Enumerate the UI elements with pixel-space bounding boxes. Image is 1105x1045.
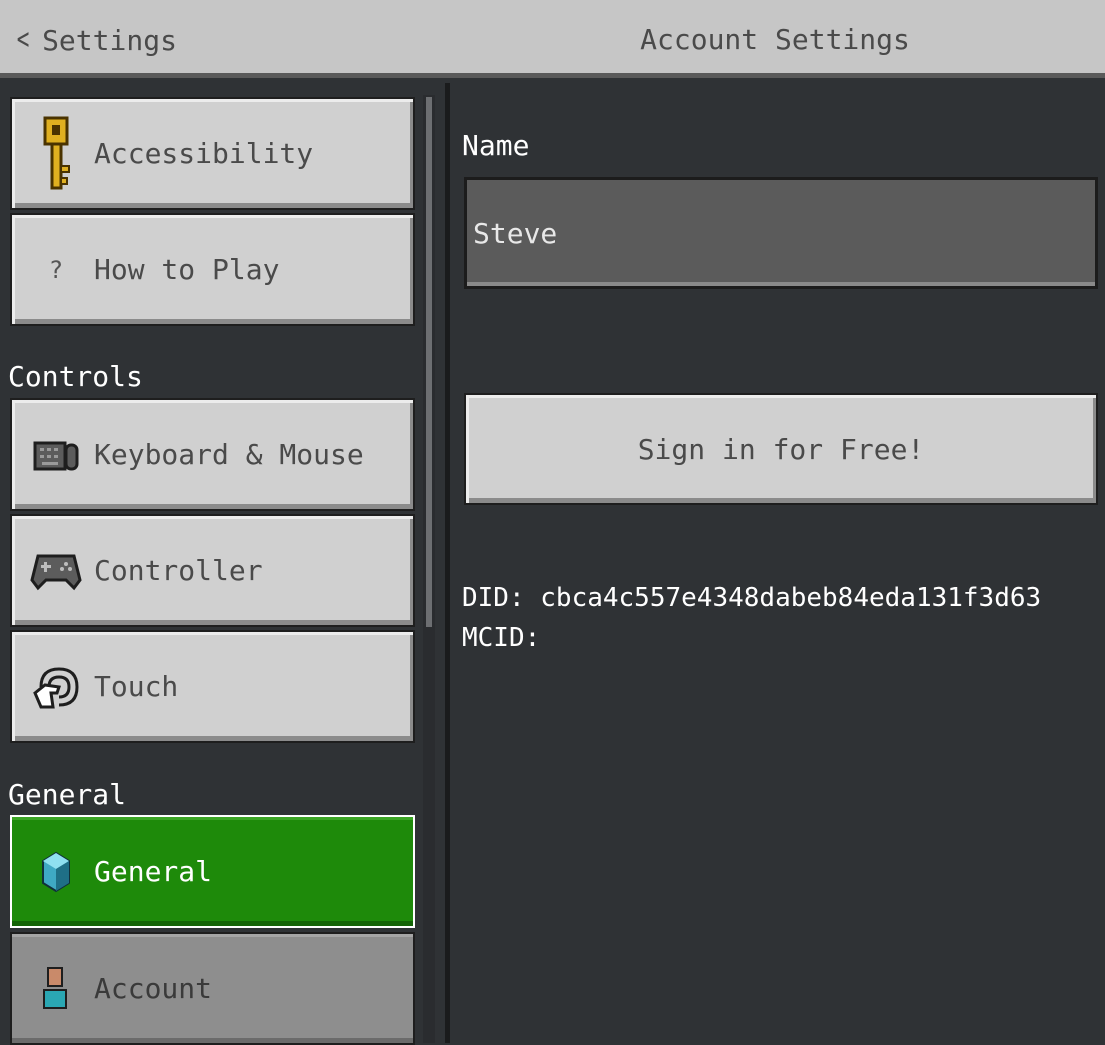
sidebar-item-label: General [94, 855, 213, 888]
touch-icon [26, 663, 86, 711]
sidebar-item-label: Keyboard & Mouse [94, 438, 364, 471]
section-heading-general: General [8, 778, 127, 811]
sidebar-item-label: Accessibility [94, 137, 314, 170]
keyboard-icon [26, 437, 86, 473]
chevron-left-icon: < [16, 22, 30, 57]
sidebar-item-touch[interactable]: Touch [10, 630, 415, 743]
sidebar-item-account[interactable]: Account [10, 932, 415, 1045]
sidebar-item-label: Controller [94, 554, 263, 587]
mcid-text: MCID: [462, 623, 541, 653]
sidebar-item-general[interactable]: General [10, 815, 415, 928]
back-label: Settings [42, 23, 177, 57]
scrollbar-thumb[interactable] [426, 97, 432, 627]
sidebar-item-keyboard-mouse[interactable]: Keyboard & Mouse [10, 398, 415, 511]
controller-icon [26, 550, 86, 592]
sign-in-button[interactable]: Sign in for Free! [464, 393, 1098, 505]
account-icon [26, 966, 86, 1012]
sidebar: Accessibility ? How to Play Controls Key… [0, 83, 445, 1045]
key-icon [26, 116, 86, 192]
header-bar: < Settings Account Settings [0, 0, 1105, 78]
sidebar-item-how-to-play[interactable]: ? How to Play [10, 213, 415, 326]
name-label: Name [462, 129, 530, 162]
back-button[interactable]: < Settings [14, 18, 177, 62]
account-settings-panel: Name Sign in for Free! DID: cbca4c557e43… [450, 83, 1105, 1043]
question-icon: ? [48, 255, 64, 284]
sidebar-item-accessibility[interactable]: Accessibility [10, 97, 415, 210]
sidebar-item-label: Touch [94, 670, 179, 703]
page-title: Account Settings [640, 23, 910, 56]
sidebar-item-label: How to Play [94, 253, 280, 286]
name-input[interactable] [464, 177, 1098, 289]
sidebar-item-label: Account [94, 972, 213, 1005]
did-text: DID: cbca4c557e4348dabeb84eda131f3d63 [462, 583, 1042, 613]
sidebar-item-controller[interactable]: Controller [10, 514, 415, 627]
section-heading-controls: Controls [8, 360, 143, 393]
cube-icon [26, 851, 86, 893]
